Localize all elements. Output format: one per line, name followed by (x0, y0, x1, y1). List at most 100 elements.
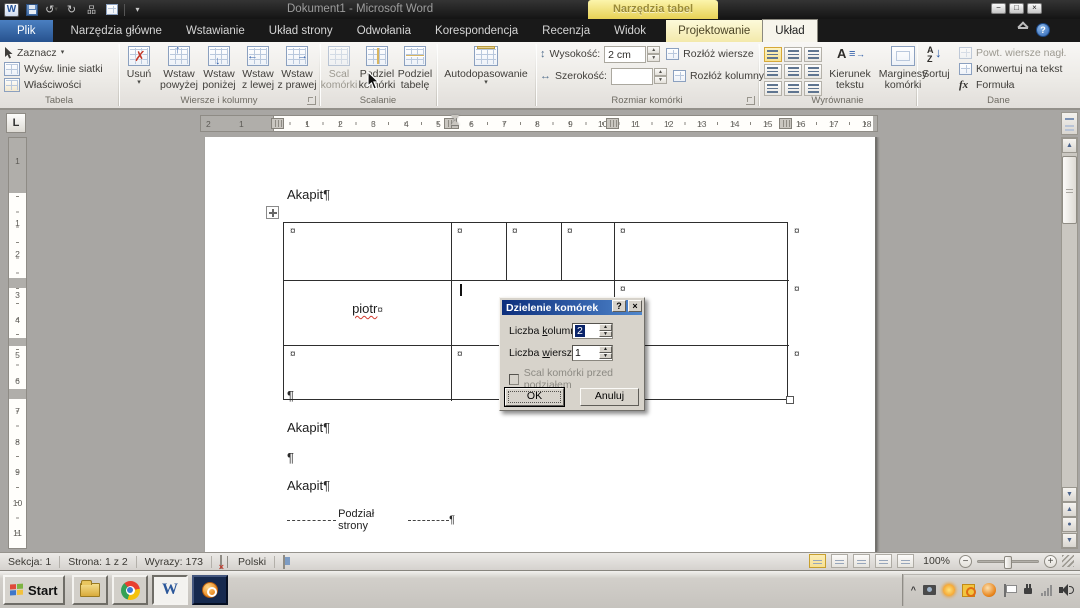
tray-power-icon[interactable] (1022, 584, 1034, 596)
ok-button[interactable]: OK (505, 388, 564, 406)
tray-update-icon[interactable] (982, 583, 996, 597)
formula-button[interactable]: fx Formuła (955, 77, 1070, 93)
align-top-center-button[interactable] (784, 47, 802, 62)
browse-object-icon[interactable]: ● (1062, 517, 1077, 532)
spin-up-icon[interactable]: ▲ (647, 46, 660, 54)
tray-expand-icon[interactable]: ^ (911, 586, 916, 594)
view-fullscreen-icon[interactable] (831, 554, 848, 568)
browse-next-icon[interactable]: ▼ (1062, 533, 1077, 548)
tab-odwolania[interactable]: Odwołania (345, 20, 423, 42)
align-top-left-button[interactable] (764, 47, 782, 62)
indent-marker[interactable] (451, 115, 460, 131)
table-column-marker[interactable] (606, 118, 619, 129)
view-draft-icon[interactable] (897, 554, 914, 568)
podziel-tabele-button[interactable]: Podzieltabelę (396, 42, 434, 100)
align-top-right-button[interactable] (804, 47, 822, 62)
rozloz-kolumny-button[interactable]: Rozłóż kolumny (671, 68, 766, 84)
align-middle-right-button[interactable] (804, 64, 822, 79)
tab-wstawianie[interactable]: Wstawianie (174, 20, 257, 42)
view-print-layout-icon[interactable] (809, 554, 826, 568)
word-logo-icon[interactable]: W (4, 3, 19, 17)
tab-uklad[interactable]: Układ (762, 19, 817, 42)
status-section[interactable]: Sekcja: 1 (0, 556, 59, 568)
minimize-ribbon-icon[interactable] (1018, 27, 1028, 33)
scroll-up-icon[interactable]: ▲ (1062, 138, 1077, 153)
tab-narzedzia-glowne[interactable]: Narzędzia główne (59, 20, 174, 42)
spin-down-icon[interactable]: ▼ (599, 331, 612, 338)
cols-input[interactable]: 2 ▲▼ (572, 323, 613, 339)
view-outline-icon[interactable] (875, 554, 892, 568)
empty-paragraph[interactable]: ¶ (287, 388, 294, 403)
table-move-handle[interactable] (266, 206, 279, 219)
usun-button[interactable]: ✗ Usuń ▾ (119, 42, 159, 100)
save-icon[interactable] (24, 3, 39, 17)
zoom-slider-thumb[interactable] (1004, 556, 1012, 569)
qat-options-icon[interactable]: ▾ (130, 3, 145, 17)
sortuj-button[interactable]: A Z ↓ Sortuj (917, 42, 955, 100)
autodopasowanie-button[interactable]: Autodopasowanie ▾ (439, 42, 533, 100)
redo-icon[interactable]: ↻ (64, 3, 79, 17)
wstaw-z-lewej-button[interactable]: ← Wstawz lewej (239, 42, 277, 100)
align-bottom-left-button[interactable] (764, 81, 782, 96)
status-page[interactable]: Strona: 1 z 2 (60, 556, 136, 568)
dialog-launcher-icon[interactable] (746, 96, 755, 105)
height-value[interactable]: 2 cm (604, 46, 646, 63)
tab-stop-selector[interactable]: L (6, 113, 26, 133)
konwertuj-button[interactable]: Konwertuj na tekst (955, 61, 1070, 77)
paragraph-akapit-1[interactable]: Akapit¶ (287, 187, 330, 202)
linie-siatki-button[interactable]: Wyśw. linie siatki (0, 61, 118, 77)
org-chart-icon[interactable]: 品 (84, 3, 99, 17)
tab-korespondencja[interactable]: Korespondencja (423, 20, 530, 42)
height-spinner[interactable]: 2 cm ▲▼ (604, 46, 660, 63)
wstaw-ponizej-button[interactable]: ↓ Wstawponiżej (199, 42, 239, 100)
tray-java-icon[interactable] (962, 584, 975, 597)
wstaw-powyzej-button[interactable]: ↑ Wstawpowyżej (159, 42, 199, 100)
paragraph-akapit-2[interactable]: Akapit¶ (287, 420, 330, 435)
rozloz-wiersze-button[interactable]: Rozłóż wiersze (664, 46, 756, 62)
taskbar-chrome-button[interactable] (112, 575, 148, 605)
tray-flag-icon[interactable] (1003, 584, 1015, 597)
close-button[interactable]: × (1027, 3, 1042, 14)
align-bottom-right-button[interactable] (804, 81, 822, 96)
rows-input[interactable]: 1 ▲▼ (572, 345, 613, 361)
tab-widok[interactable]: Widok (602, 20, 658, 42)
view-web-layout-icon[interactable] (853, 554, 870, 568)
table-cell-piotr[interactable]: piotr¤ (284, 301, 451, 316)
tray-brightness-icon[interactable] (943, 584, 955, 596)
taskbar-explorer-button[interactable] (72, 575, 108, 605)
status-words[interactable]: Wyrazy: 173 (137, 556, 211, 568)
macro-record-icon[interactable] (275, 556, 293, 568)
dialog-help-icon[interactable]: ? (612, 300, 626, 312)
spellcheck-icon[interactable] (212, 556, 230, 568)
taskbar-outlook-button[interactable] (192, 575, 228, 605)
align-bottom-center-button[interactable] (784, 81, 802, 96)
undo-icon[interactable]: ↺▾ (44, 3, 59, 17)
table-column-marker[interactable] (271, 118, 284, 129)
ruler-toggle-icon[interactable] (1061, 112, 1078, 135)
browse-previous-icon[interactable]: ▲ (1062, 502, 1077, 517)
cancel-button[interactable]: Anuluj (580, 388, 639, 406)
wlasciwosci-button[interactable]: Właściwości (0, 77, 118, 93)
spin-down-icon[interactable]: ▼ (654, 76, 667, 84)
zaznacz-button[interactable]: Zaznacz ▾ (0, 45, 118, 61)
start-button[interactable]: Start (3, 575, 65, 605)
minimize-button[interactable]: − (991, 3, 1006, 14)
help-icon[interactable]: ? (1036, 23, 1050, 37)
restore-button[interactable]: □ (1009, 3, 1024, 14)
zoom-in-icon[interactable]: + (1044, 555, 1057, 568)
wstaw-z-prawej-button[interactable]: → Wstawz prawej (277, 42, 317, 100)
empty-paragraph[interactable]: ¶ (287, 450, 294, 465)
tab-uklad-strony[interactable]: Układ strony (257, 20, 345, 42)
zoom-out-icon[interactable]: − (959, 555, 972, 568)
spin-down-icon[interactable]: ▼ (647, 54, 660, 62)
dialog-close-icon[interactable]: × (628, 300, 642, 312)
tray-camera-icon[interactable] (923, 585, 936, 595)
width-spinner[interactable]: ▲▼ (611, 68, 667, 85)
tab-recenzja[interactable]: Recenzja (530, 20, 602, 42)
vertical-ruler[interactable]: 1 1 2 3 4 5 6 7 8 9 10 11 (8, 137, 27, 549)
tab-projektowanie[interactable]: Projektowanie (666, 20, 762, 42)
table-column-marker[interactable] (779, 118, 792, 129)
scroll-down-icon[interactable]: ▼ (1062, 487, 1077, 502)
zoom-slider[interactable] (977, 560, 1039, 563)
scrollbar-thumb[interactable] (1062, 156, 1077, 224)
